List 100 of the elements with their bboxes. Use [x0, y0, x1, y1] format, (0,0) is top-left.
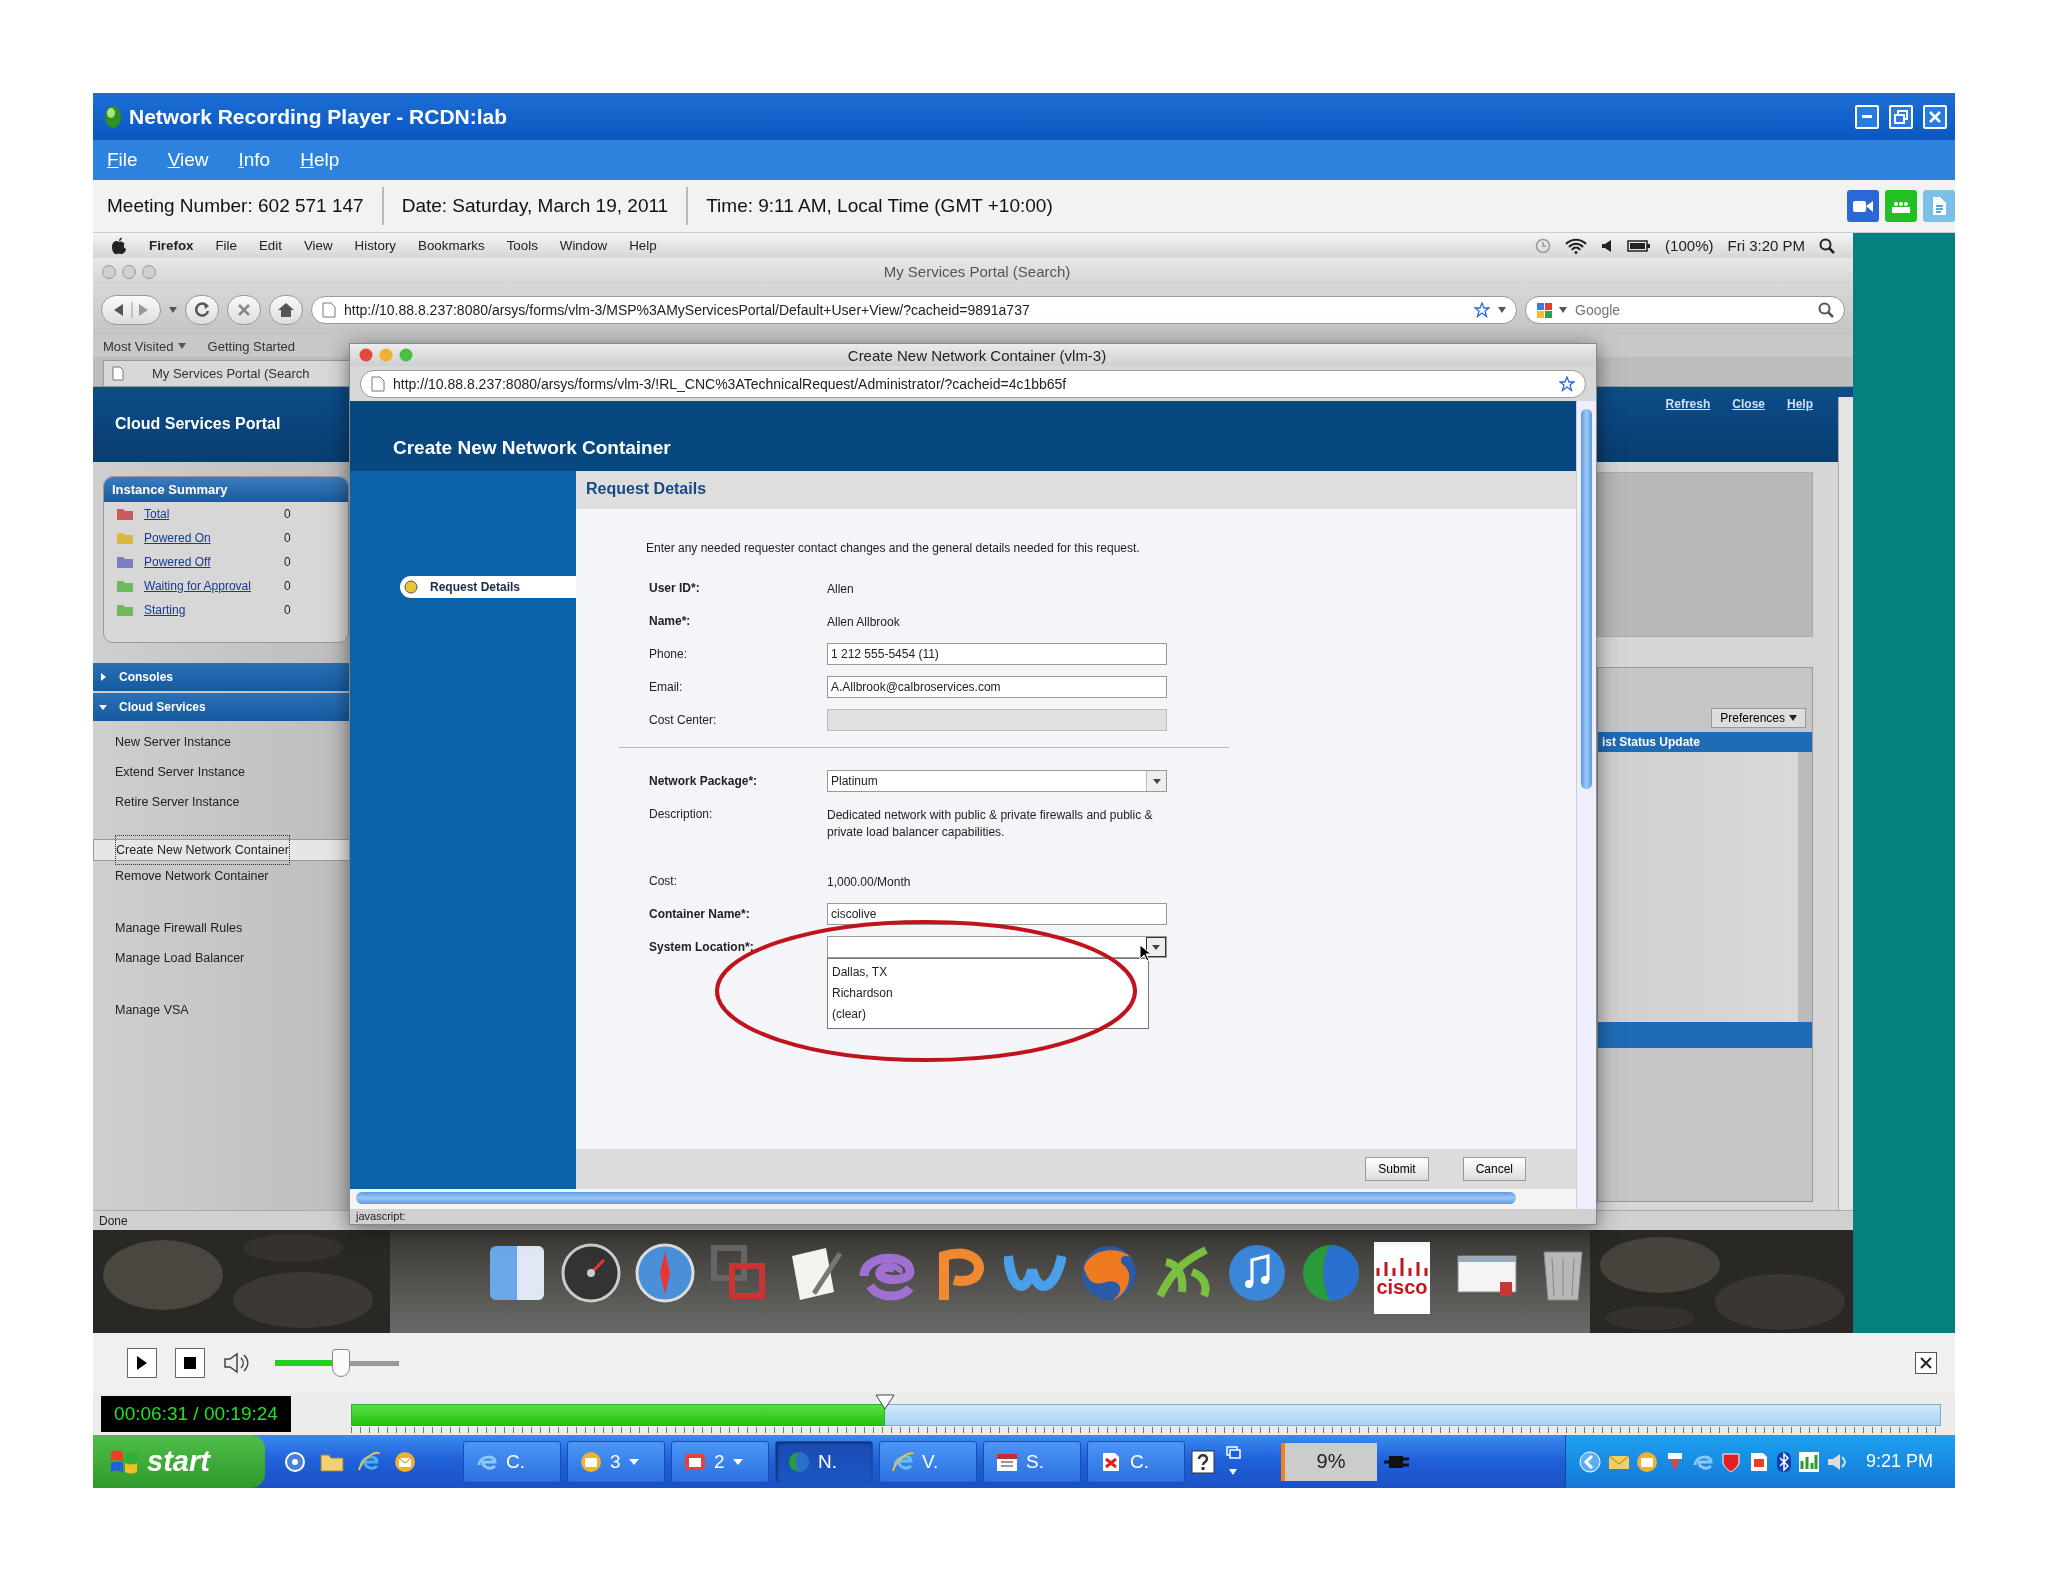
apple-icon[interactable] [111, 236, 127, 255]
nav-link[interactable]: Remove Network Container [93, 861, 349, 891]
input-field[interactable] [827, 709, 1167, 731]
gear-icon[interactable] [283, 1449, 307, 1474]
nav-link[interactable]: Manage VSA [93, 995, 349, 1025]
nav-link[interactable]: Manage Load Balancer [93, 943, 349, 973]
star-icon[interactable] [1474, 302, 1490, 318]
status-link[interactable]: Powered On [144, 531, 284, 545]
app-menu[interactable]: Firefox [149, 238, 194, 253]
logo-tile[interactable]: cisco [1374, 1242, 1430, 1314]
play-button[interactable] [127, 1348, 157, 1378]
nav-link[interactable]: New Server Instance [93, 727, 349, 757]
form-button[interactable]: Submit [1365, 1157, 1429, 1181]
stop-button[interactable] [175, 1348, 205, 1378]
status-link[interactable]: Starting [144, 603, 284, 617]
preferences-button[interactable]: Preferences [1711, 708, 1806, 728]
close-button[interactable] [1915, 1352, 1937, 1374]
form-heading: Create New Network Container [350, 401, 1576, 471]
status-link[interactable]: Powered Off [144, 555, 284, 569]
gauge-icon[interactable] [560, 1242, 622, 1304]
menu-item[interactable]: Tools [506, 238, 538, 253]
envelope-icon[interactable] [393, 1449, 417, 1474]
menu-item[interactable]: Help [300, 149, 340, 171]
taskbar-button[interactable]: C. [463, 1440, 561, 1483]
menu-item[interactable]: Help [629, 238, 657, 253]
input-field[interactable]: A.Allbrook@calbroservices.com [827, 676, 1167, 698]
search-bar[interactable]: Google [1525, 296, 1845, 324]
url-field[interactable]: http://10.88.8.237:8080/arsys/forms/vlm-3/!RL_CNC%3ATechnicalRequest/Administrator/?cacheid=4c1bb65f [360, 369, 1586, 398]
menu-item[interactable]: View [303, 238, 333, 253]
caret-icon[interactable] [1559, 307, 1567, 313]
minimize-button[interactable] [1855, 104, 1879, 129]
bluetooth-icon[interactable] [1775, 1450, 1792, 1473]
menu-item[interactable]: File [107, 149, 138, 171]
nav-link[interactable]: Extend Server Instance [93, 757, 349, 787]
menu-item[interactable]: History [354, 238, 396, 253]
video-button[interactable] [1847, 190, 1879, 222]
back-forward-button[interactable] [101, 295, 161, 325]
music-note-icon[interactable] [1226, 1242, 1288, 1304]
menu-item[interactable]: Edit [258, 238, 282, 253]
search-icon[interactable] [1819, 237, 1835, 254]
nav-link[interactable]: Retire Server Instance [93, 787, 349, 817]
star-icon[interactable] [1559, 375, 1575, 392]
menu-item[interactable]: Info [238, 149, 271, 171]
dropdown-option[interactable]: (clear) [832, 1004, 1144, 1025]
dropdown-option[interactable]: Richardson [832, 983, 1144, 1004]
menu-item[interactable]: Window [559, 238, 608, 253]
speaker-icon[interactable] [223, 1352, 249, 1374]
menu-item[interactable]: View [167, 149, 209, 171]
taskbar-button[interactable]: 2 [671, 1440, 769, 1483]
header-link[interactable]: Refresh [1665, 397, 1711, 413]
field-label: Cost: [649, 873, 678, 888]
squares-icon[interactable] [1536, 301, 1553, 319]
status-link[interactable]: Total [144, 507, 284, 521]
header-link[interactable]: Close [1732, 397, 1765, 413]
scrollbar[interactable] [1576, 401, 1596, 1209]
intro-text: Enter any needed requester contact changes and the general details needed for this request. [646, 541, 1141, 555]
sphere-icon[interactable] [1300, 1242, 1362, 1304]
nav-link[interactable]: Manage Firewall Rules [93, 913, 349, 943]
section-header[interactable]: Consoles [93, 663, 349, 691]
dropdown-field[interactable]: Platinum [827, 770, 1167, 792]
horizontal-scrollbar[interactable] [350, 1189, 1576, 1209]
reload-icon [192, 300, 212, 320]
caret-icon[interactable] [1498, 307, 1506, 313]
document-button[interactable] [1923, 190, 1955, 222]
input-field[interactable]: ciscolive [827, 903, 1167, 925]
search-field[interactable]: Google [1573, 301, 1812, 319]
speaker-icon[interactable] [1601, 238, 1614, 253]
search-icon[interactable] [1818, 302, 1834, 318]
chart-icon[interactable] [1797, 1450, 1820, 1473]
taskbar-button[interactable]: 3 [567, 1440, 665, 1483]
menu-item[interactable]: File [215, 238, 237, 253]
caret-icon[interactable] [169, 307, 177, 313]
taskbar-button[interactable]: V. [879, 1440, 977, 1483]
wifi-icon[interactable] [1565, 237, 1588, 254]
menu-item[interactable]: Bookmarks [418, 238, 485, 253]
home-button[interactable] [269, 295, 303, 325]
header-link[interactable]: Help [1787, 397, 1813, 413]
dropdown-option[interactable]: Dallas, TX [832, 962, 1144, 983]
input-field[interactable]: 1 212 555-5454 (11) [827, 643, 1167, 665]
reload-button[interactable] [185, 295, 219, 325]
taskbar-button[interactable]: C. [1087, 1440, 1185, 1483]
status-link[interactable]: Waiting for Approval [144, 579, 284, 593]
dropdown-field[interactable] [827, 936, 1167, 958]
compass-icon[interactable] [634, 1242, 696, 1304]
taskbar-button[interactable]: N. [775, 1440, 873, 1483]
form-button[interactable]: Cancel [1462, 1157, 1526, 1181]
taskbar-button[interactable]: S. [983, 1440, 1081, 1483]
bookmark-link[interactable]: Most Visited [103, 338, 186, 354]
help-icon[interactable] [1191, 1449, 1215, 1474]
restore-button[interactable] [1889, 104, 1913, 129]
bookmark-link[interactable]: Getting Started [207, 338, 296, 354]
shield-icon[interactable] [1719, 1450, 1742, 1473]
scrollbar[interactable] [1838, 397, 1853, 1210]
meeting-info: Meeting Number: 602 571 147 [107, 194, 365, 218]
volume-slider[interactable] [275, 1349, 399, 1377]
url-field[interactable]: http://10.88.8.237:8080/arsys/forms/vlm-3/MSP%3AMyServicesPortal/Default+User+View/?cacheid=9891a737 [311, 296, 1517, 324]
step-tab[interactable]: Request Details [400, 576, 576, 598]
battery-icon[interactable] [1627, 238, 1652, 253]
section-header[interactable]: Cloud Services [93, 693, 349, 721]
envelope-icon[interactable] [1635, 1450, 1658, 1473]
